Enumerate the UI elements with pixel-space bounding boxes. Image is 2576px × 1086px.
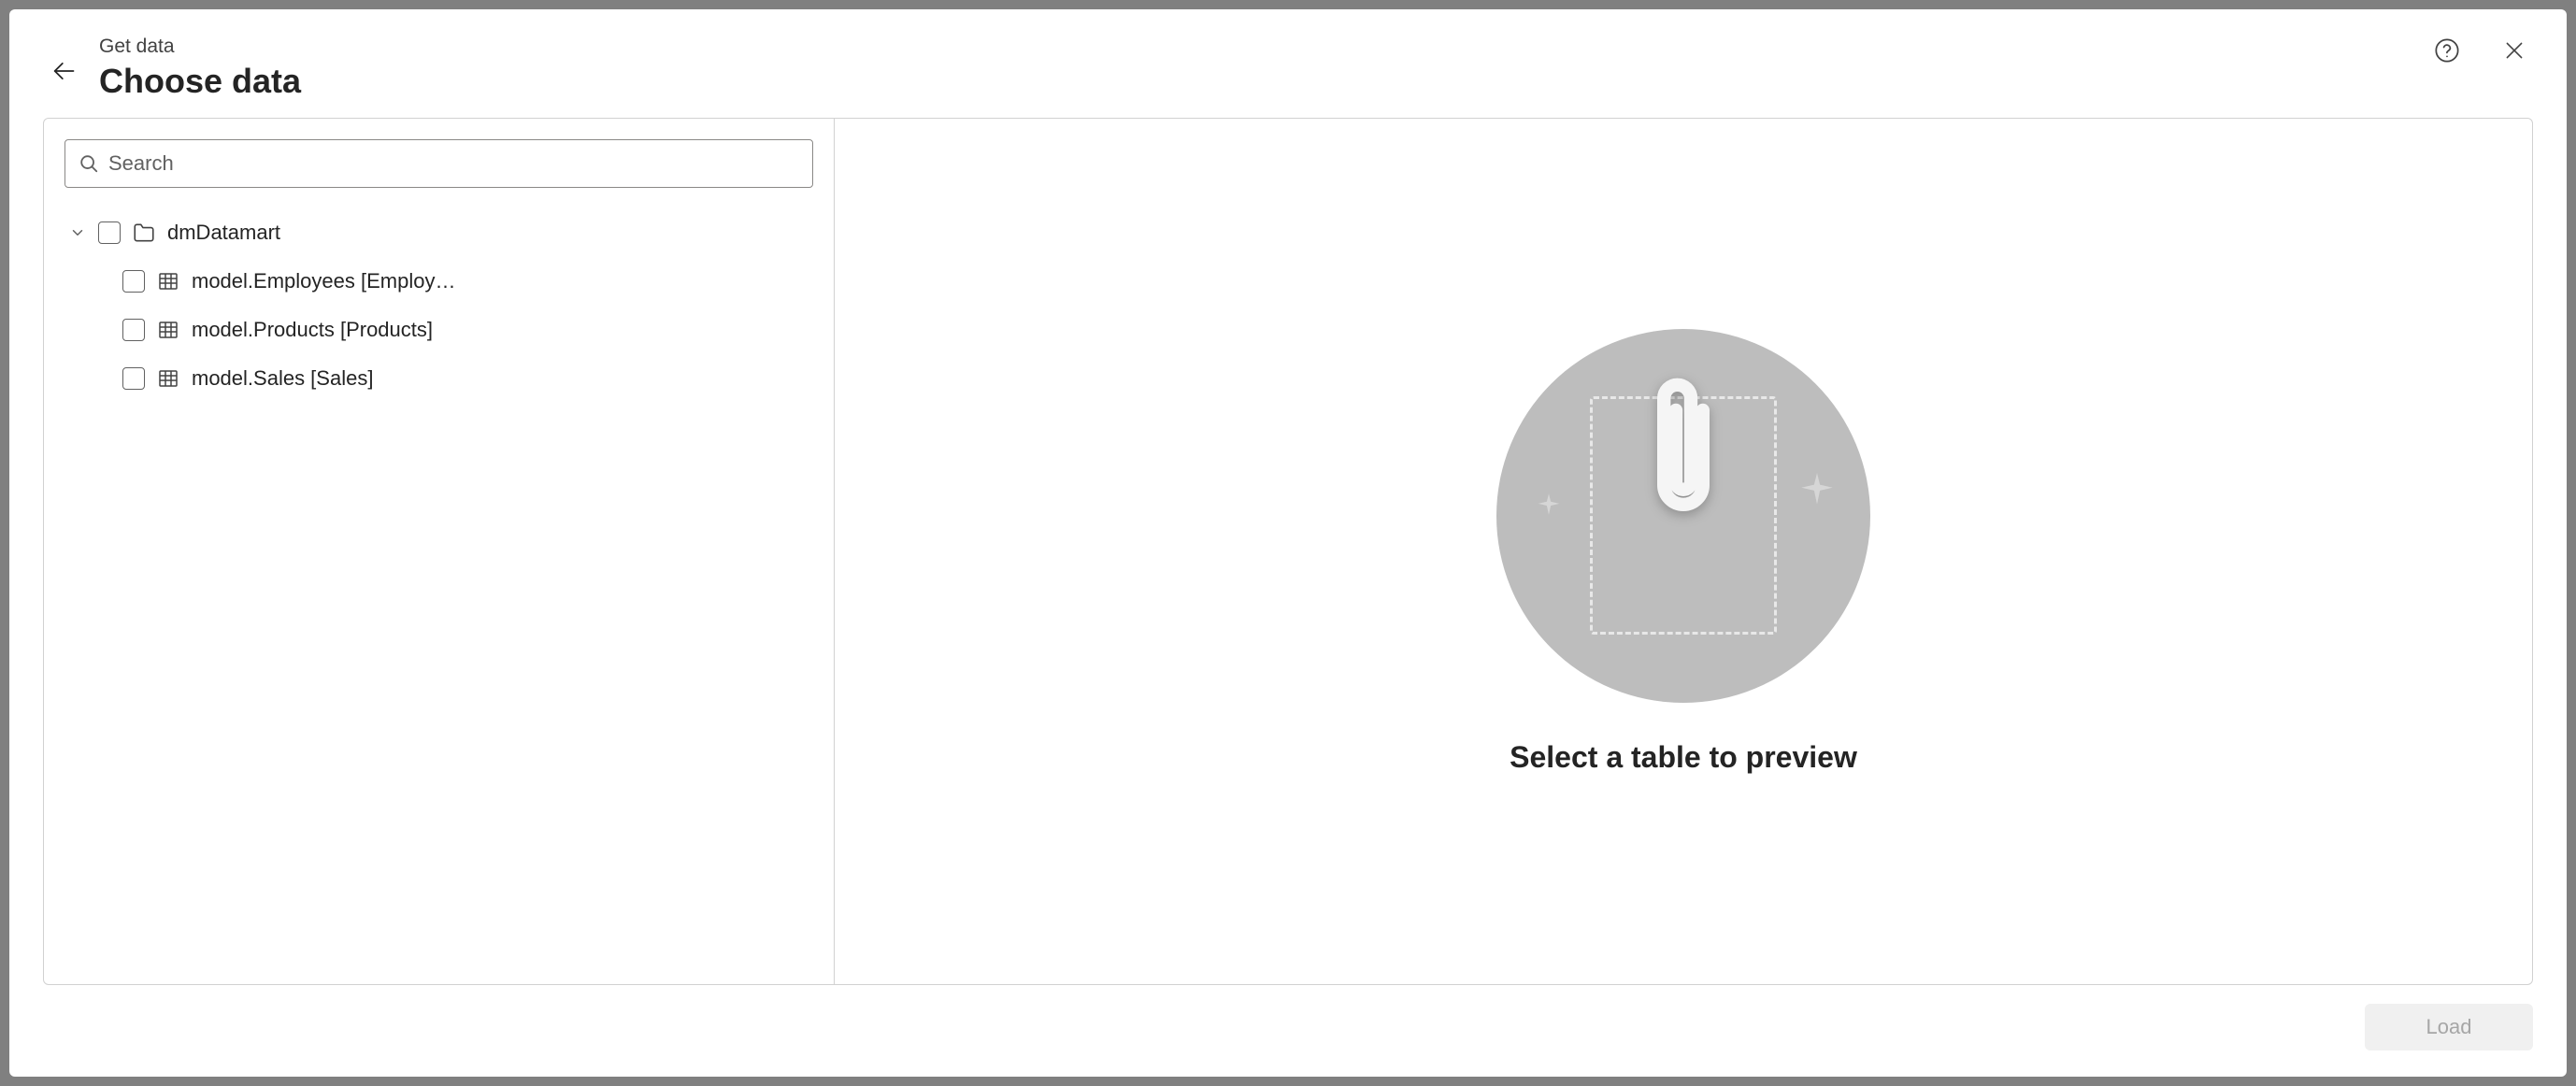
checkbox[interactable] xyxy=(122,270,145,293)
back-button[interactable] xyxy=(47,54,80,88)
tree-root-item[interactable]: dmDatamart xyxy=(68,208,813,257)
dialog-body: dmDatamart model.Employees [Employ… xyxy=(43,118,2533,985)
tree-item-label: dmDatamart xyxy=(167,221,280,245)
paperclip-icon xyxy=(1646,364,1721,532)
tree-item-label: model.Sales [Sales] xyxy=(192,366,373,391)
table-icon xyxy=(156,269,180,293)
table-icon xyxy=(156,366,180,391)
preview-panel: Select a table to preview xyxy=(835,119,2532,984)
checkbox[interactable] xyxy=(122,367,145,390)
checkbox[interactable] xyxy=(98,221,121,244)
empty-state-illustration xyxy=(1496,329,1870,703)
dialog-footer: Load xyxy=(9,985,2567,1077)
help-button[interactable] xyxy=(2432,36,2462,65)
checkbox[interactable] xyxy=(122,319,145,341)
breadcrumb: Get data xyxy=(99,36,301,58)
page-title: Choose data xyxy=(99,62,301,101)
search-box[interactable] xyxy=(64,139,813,188)
close-icon xyxy=(2502,38,2526,63)
close-button[interactable] xyxy=(2499,36,2529,65)
tree-item-label: model.Employees [Employ… xyxy=(192,269,455,293)
tree-item[interactable]: model.Products [Products] xyxy=(68,306,813,354)
sparkle-icon xyxy=(1794,469,1840,521)
tree-item-label: model.Products [Products] xyxy=(192,318,433,342)
empty-state-message: Select a table to preview xyxy=(1510,740,1857,775)
tree-item[interactable]: model.Employees [Employ… xyxy=(68,257,813,306)
object-tree: dmDatamart model.Employees [Employ… xyxy=(64,208,813,403)
table-icon xyxy=(156,318,180,342)
sparkle-icon xyxy=(1533,491,1565,526)
tree-item[interactable]: model.Sales [Sales] xyxy=(68,354,813,403)
search-input[interactable] xyxy=(108,151,799,176)
arrow-left-icon xyxy=(50,58,77,84)
folder-icon xyxy=(132,221,156,245)
dialog-header: Get data Choose data xyxy=(9,9,2567,118)
document-outline-icon xyxy=(1590,396,1777,635)
choose-data-dialog: Get data Choose data xyxy=(9,9,2567,1077)
load-button[interactable]: Load xyxy=(2365,1004,2533,1050)
question-circle-icon xyxy=(2434,37,2460,64)
search-icon xyxy=(79,153,99,174)
chevron-down-icon[interactable] xyxy=(68,224,87,241)
navigator-panel: dmDatamart model.Employees [Employ… xyxy=(44,119,835,984)
